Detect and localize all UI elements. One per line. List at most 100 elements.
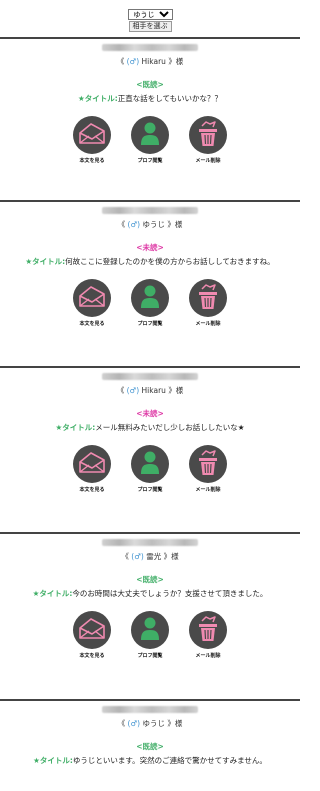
name-open-bracket: 《 xyxy=(116,57,125,66)
sender-line: 《 (♂) 雷光 》様 xyxy=(0,551,300,562)
honorific: 》様 xyxy=(167,220,183,229)
read-message-button[interactable]: 本文を見る xyxy=(65,116,119,164)
message-title: メール無料みたいだし少しお話ししたいな★ xyxy=(95,423,245,432)
action-row: 本文を見る プロフ閲覧 メール削除 xyxy=(0,116,300,164)
male-symbol: (♂) xyxy=(131,552,144,561)
message-title-line[interactable]: ★タイトル:正直な話をしてもいいかな？？ xyxy=(0,93,300,104)
message-title-line[interactable]: ★タイトル:何故ここに登録したのかを僕の方からお話ししておきますね。 xyxy=(0,256,300,267)
envelope-icon xyxy=(79,617,105,643)
read-message-label: 本文を見る xyxy=(79,158,105,164)
male-symbol: (♂) xyxy=(126,386,140,395)
message-title: ゆうじといいます。突然のご連絡で驚かせてすみません。 xyxy=(72,756,267,765)
status-badge: <未読> xyxy=(136,409,164,418)
blurred-sender-id xyxy=(102,706,198,713)
read-message-button[interactable]: 本文を見る xyxy=(65,279,119,327)
status-badge: <既読> xyxy=(136,575,164,584)
delete-message-label: メール削除 xyxy=(195,653,221,659)
person-icon xyxy=(140,451,160,477)
delete-message-label: メール削除 xyxy=(195,321,221,327)
message-card: 《 (♂) Hikaru 》様 <既読> ★タイトル:正直な話をしてもいいかな？… xyxy=(0,44,300,200)
person-icon xyxy=(140,285,160,311)
delete-message-label: メール削除 xyxy=(195,487,221,493)
divider xyxy=(0,37,300,39)
title-label: ★タイトル: xyxy=(25,257,66,266)
view-profile-label: プロフ閲覧 xyxy=(137,487,163,493)
blurred-sender-id xyxy=(102,207,198,214)
read-message-label: 本文を見る xyxy=(79,653,105,659)
blurred-sender-id xyxy=(102,44,198,51)
partner-selector: ゆうじ 相手を選ぶ xyxy=(0,0,300,37)
message-title-line[interactable]: ★タイトル:メール無料みたいだし少しお話ししたいな★ xyxy=(0,422,300,433)
delete-message-label: メール削除 xyxy=(195,158,221,164)
view-profile-label: プロフ閲覧 xyxy=(137,653,163,659)
view-profile-label: プロフ閲覧 xyxy=(137,158,163,164)
sender-name: Hikaru xyxy=(141,386,166,395)
male-symbol: (♂) xyxy=(127,719,141,728)
male-symbol: (♂) xyxy=(126,57,140,66)
divider xyxy=(0,366,300,368)
message-title-line[interactable]: ★タイトル:今のお時間は大丈夫でしょうか？支援させて頂きました。 xyxy=(0,588,300,599)
honorific: 》様 xyxy=(168,386,184,395)
sender-line: 《 (♂) Hikaru 》様 xyxy=(0,385,300,396)
sender-line: 《 (♂) ゆうじ 》様 xyxy=(0,718,300,729)
read-message-button[interactable]: 本文を見る xyxy=(65,611,119,659)
divider xyxy=(0,699,300,701)
choose-partner-button[interactable]: 相手を選ぶ xyxy=(128,21,172,32)
name-open-bracket: 《 xyxy=(117,719,126,728)
title-label: ★タイトル: xyxy=(78,94,118,103)
title-label: ★タイトル: xyxy=(55,423,96,432)
view-profile-button[interactable]: プロフ閲覧 xyxy=(123,445,177,493)
blurred-sender-id xyxy=(102,373,198,380)
envelope-icon xyxy=(79,451,105,477)
name-open-bracket: 《 xyxy=(116,386,125,395)
delete-message-button[interactable]: メール削除 xyxy=(181,611,235,659)
delete-message-button[interactable]: メール削除 xyxy=(181,279,235,327)
action-row: 本文を見る プロフ閲覧 メール削除 xyxy=(0,279,300,327)
sender-name: 雷光 xyxy=(146,552,162,561)
sender-name: ゆうじ xyxy=(142,220,165,229)
honorific: 》様 xyxy=(163,552,179,561)
trash-icon xyxy=(196,450,220,478)
message-title: 正直な話をしてもいいかな？？ xyxy=(117,94,222,103)
male-symbol: (♂) xyxy=(127,220,141,229)
sender-name: Hikaru xyxy=(141,57,166,66)
message-title: 何故ここに登録したのかを僕の方からお話ししておきますね。 xyxy=(65,257,275,266)
action-row: 本文を見る プロフ閲覧 メール削除 xyxy=(0,445,300,493)
trash-icon xyxy=(196,284,220,312)
name-open-bracket: 《 xyxy=(117,220,126,229)
person-icon xyxy=(140,122,160,148)
envelope-icon xyxy=(79,122,105,148)
envelope-icon xyxy=(79,285,105,311)
message-title: 今のお時間は大丈夫でしょうか？支援させて頂きました。 xyxy=(72,589,268,598)
honorific: 》様 xyxy=(168,57,184,66)
message-card: 《 (♂) ゆうじ 》様 <未読> ★タイトル:何故ここに登録したのかを僕の方か… xyxy=(0,207,300,366)
read-message-label: 本文を見る xyxy=(79,487,105,493)
action-row: 本文を見る プロフ閲覧 メール削除 xyxy=(0,611,300,659)
message-card: 《 (♂) Hikaru 》様 <未読> ★タイトル:メール無料みたいだし少しお… xyxy=(0,373,300,532)
sender-name: ゆうじ xyxy=(142,719,165,728)
message-card: 《 (♂) 雷光 》様 <既読> ★タイトル:今のお時間は大丈夫でしょうか？支援… xyxy=(0,539,300,699)
divider xyxy=(0,532,300,534)
view-profile-button[interactable]: プロフ閲覧 xyxy=(123,116,177,164)
trash-icon xyxy=(196,616,220,644)
read-message-label: 本文を見る xyxy=(79,321,105,327)
status-badge: <未読> xyxy=(136,243,164,252)
view-profile-label: プロフ閲覧 xyxy=(137,321,163,327)
name-open-bracket: 《 xyxy=(121,552,129,561)
delete-message-button[interactable]: メール削除 xyxy=(181,445,235,493)
view-profile-button[interactable]: プロフ閲覧 xyxy=(123,279,177,327)
status-badge: <既読> xyxy=(136,742,164,751)
view-profile-button[interactable]: プロフ閲覧 xyxy=(123,611,177,659)
sender-line: 《 (♂) Hikaru 》様 xyxy=(0,56,300,67)
trash-icon xyxy=(196,121,220,149)
title-label: ★タイトル: xyxy=(32,589,73,598)
status-badge: <既読> xyxy=(136,80,164,89)
read-message-button[interactable]: 本文を見る xyxy=(65,445,119,493)
delete-message-button[interactable]: メール削除 xyxy=(181,116,235,164)
partner-select[interactable]: ゆうじ xyxy=(127,9,173,20)
person-icon xyxy=(140,617,160,643)
blurred-sender-id xyxy=(102,539,198,546)
message-card: 《 (♂) ゆうじ 》様 <既読> ★タイトル:ゆうじといいます。突然のご連絡で… xyxy=(0,706,300,791)
title-label: ★タイトル: xyxy=(33,756,73,765)
sender-line: 《 (♂) ゆうじ 》様 xyxy=(0,219,300,230)
